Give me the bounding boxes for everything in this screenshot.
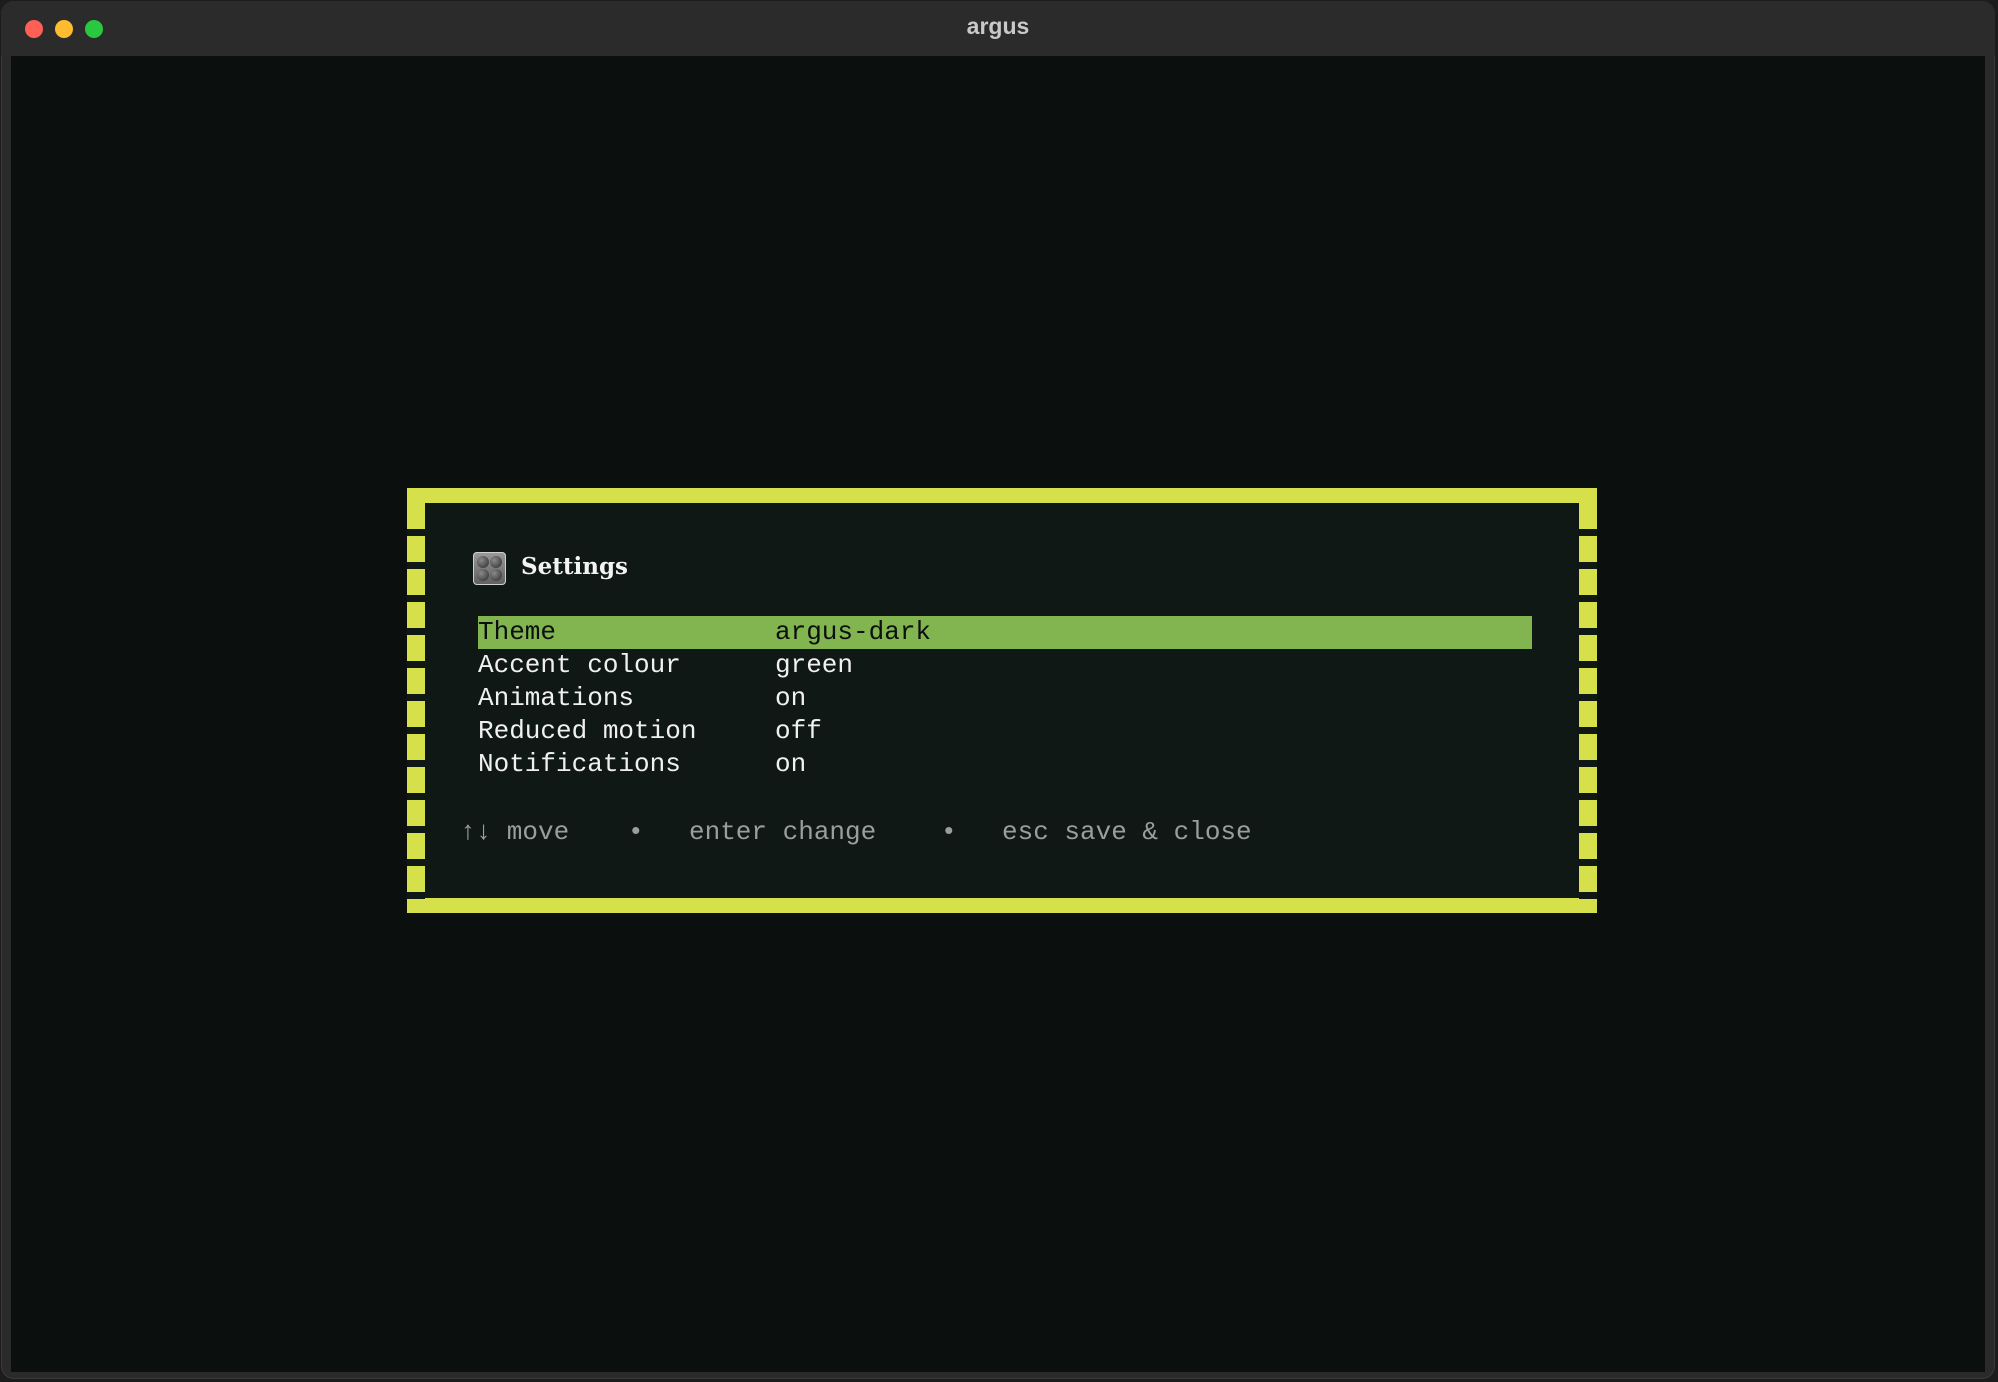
border-notch bbox=[407, 529, 425, 536]
border-notch bbox=[1579, 562, 1597, 569]
settings-list: Theme argus-dark Accent colour green Ani… bbox=[478, 616, 1532, 781]
border-notch bbox=[1579, 595, 1597, 602]
settings-panel-icon bbox=[473, 552, 506, 585]
settings-row-theme[interactable]: Theme argus-dark bbox=[478, 616, 1532, 649]
setting-value: argus-dark bbox=[775, 617, 932, 647]
border-notch bbox=[407, 595, 425, 602]
border-notch bbox=[1579, 859, 1597, 866]
border-notch bbox=[1579, 727, 1597, 734]
border-notch bbox=[1579, 826, 1597, 833]
setting-label: Theme bbox=[478, 617, 557, 647]
border-notch bbox=[1579, 661, 1597, 668]
setting-label: Reduced motion bbox=[478, 716, 697, 746]
border-notch bbox=[1579, 628, 1597, 635]
window-title: argus bbox=[966, 13, 1030, 39]
settings-row-notifications[interactable]: Notifications on bbox=[478, 748, 1532, 781]
settings-row-reduced-motion[interactable]: Reduced motion off bbox=[478, 715, 1532, 748]
border-notch bbox=[407, 727, 425, 734]
hint-move: ↑↓ move bbox=[460, 817, 570, 847]
border-notch bbox=[1579, 694, 1597, 701]
border-notch bbox=[1579, 760, 1597, 767]
setting-label: Accent colour bbox=[478, 650, 681, 680]
terminal-area: Settings Theme argus-dark Accent colour … bbox=[11, 56, 1985, 1372]
setting-value: off bbox=[775, 716, 822, 746]
border-notch bbox=[407, 826, 425, 833]
hint-change: enter change bbox=[689, 817, 877, 847]
setting-label: Notifications bbox=[478, 749, 681, 779]
setting-value: green bbox=[775, 650, 854, 680]
border-notch bbox=[407, 760, 425, 767]
settings-dialog: Settings Theme argus-dark Accent colour … bbox=[407, 488, 1597, 913]
dialog-title: Settings bbox=[521, 553, 628, 580]
key-hints: ↑↓ move • enter change • esc save & clos… bbox=[460, 816, 1252, 1047]
border-notch bbox=[407, 628, 425, 635]
border-notch bbox=[1579, 793, 1597, 800]
settings-row-animations[interactable]: Animations on bbox=[478, 682, 1532, 715]
setting-label: Animations bbox=[478, 683, 635, 713]
settings-row-accent-colour[interactable]: Accent colour green bbox=[478, 649, 1532, 682]
app-window: argus Settings Theme argus-dark Accent c… bbox=[1, 1, 1995, 1379]
settings-dialog-body: Settings Theme argus-dark Accent colour … bbox=[425, 503, 1579, 898]
title-bar: argus bbox=[1, 1, 1995, 56]
hint-close: esc save & close bbox=[1002, 817, 1252, 847]
border-notch bbox=[407, 694, 425, 701]
border-notch bbox=[407, 859, 425, 866]
border-notch bbox=[407, 562, 425, 569]
hint-separator: • bbox=[941, 817, 957, 847]
border-notch bbox=[407, 661, 425, 668]
border-notch bbox=[407, 793, 425, 800]
setting-value: on bbox=[775, 749, 807, 779]
border-notch bbox=[1579, 529, 1597, 536]
setting-value: on bbox=[775, 683, 807, 713]
hint-separator: • bbox=[628, 817, 644, 847]
border-notch bbox=[1579, 892, 1597, 899]
border-notch bbox=[407, 892, 425, 899]
